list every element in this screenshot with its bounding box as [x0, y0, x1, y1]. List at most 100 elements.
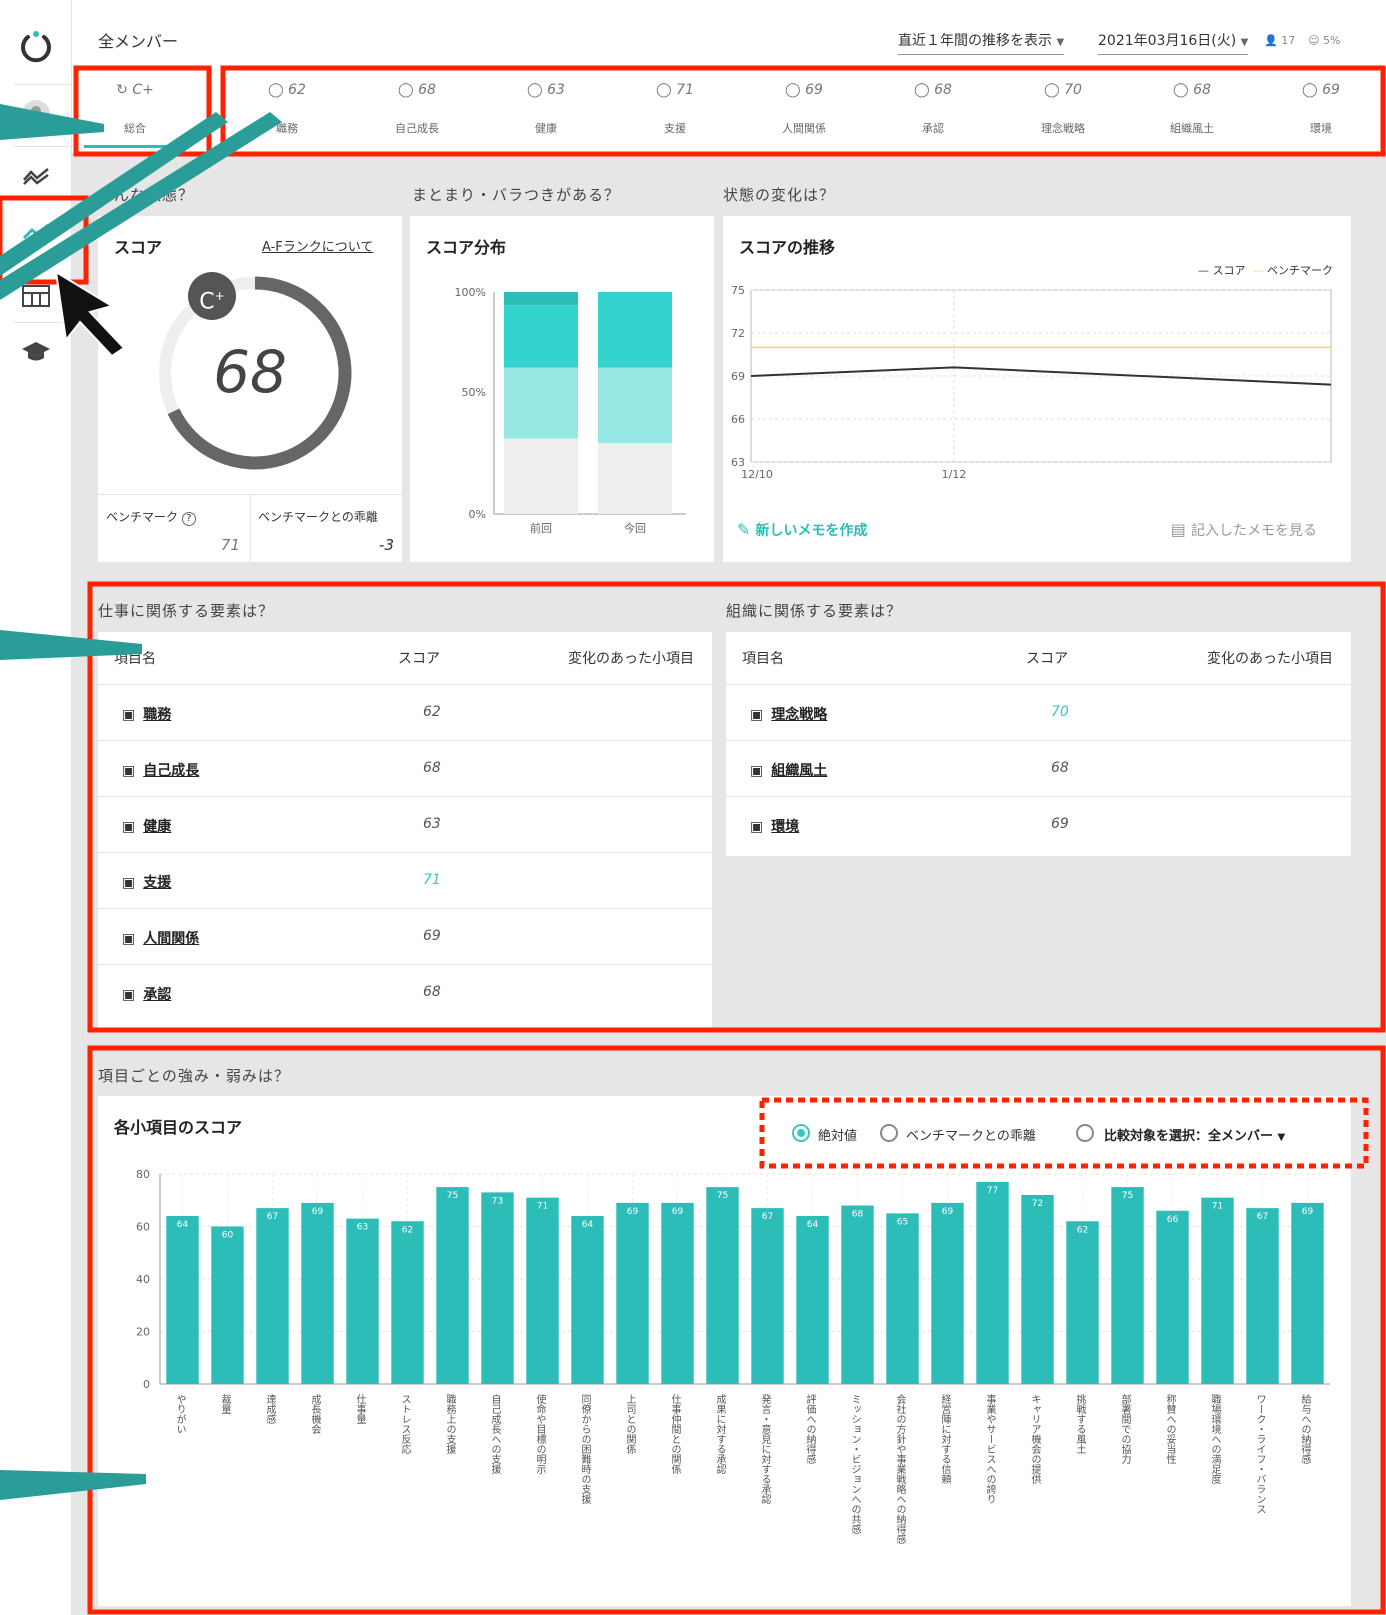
row-name[interactable]: 健康: [143, 819, 171, 835]
section-title-state: どんな状態？: [98, 186, 195, 204]
clap-icon: ▣: [122, 987, 136, 1003]
score-value: 68: [213, 338, 287, 406]
tab-handshake[interactable]: ◯ 71 支援: [610, 64, 740, 154]
x-tick-label: キャリア機会の提供: [1029, 1394, 1041, 1485]
section-title-change: 状態の変化は？: [723, 186, 836, 204]
bar-value-label: 69: [627, 1207, 639, 1217]
table-row[interactable]: ▣ 人間関係: [122, 928, 199, 948]
radio-compare[interactable]: [1076, 1124, 1094, 1142]
bar: [976, 1181, 1009, 1384]
bar-value-label: 68: [852, 1210, 864, 1220]
bar-value-label: 64: [807, 1220, 819, 1230]
row-name[interactable]: 理念戦略: [771, 707, 827, 723]
row-score: 68: [423, 984, 441, 1000]
tab-heart[interactable]: ◯ 63 健康: [481, 64, 611, 154]
bar: [886, 1213, 919, 1384]
bar-value-label: 69: [1302, 1207, 1314, 1217]
people-icon: ▣: [122, 931, 136, 947]
table-row[interactable]: ▣ 支援: [122, 872, 171, 892]
row-divider: [98, 684, 712, 685]
row-name[interactable]: 支援: [143, 875, 171, 891]
page-title: 全メンバー: [98, 32, 179, 51]
table-row[interactable]: ▣ 職務: [122, 704, 171, 724]
avatar-icon[interactable]: [18, 96, 54, 132]
tab-label: 職務: [276, 122, 298, 135]
radio-benchmark-gap[interactable]: [880, 1124, 898, 1142]
table-row[interactable]: ▣ 自己成長: [122, 760, 199, 780]
multi-trend-icon[interactable]: [18, 158, 54, 194]
x-tick-label: ミッション・ビジョンへの共感: [849, 1394, 861, 1534]
trend-icon[interactable]: [18, 214, 54, 250]
trend-card: スコアの推移 — スコア — ベンチマーク 75 72 69 66 63 12/10 1/1…: [723, 216, 1351, 562]
clap-icon: ◯: [914, 82, 930, 98]
bar-value-label: 75: [447, 1191, 458, 1201]
period-select[interactable]: 直近１年間の推移を表示 ▼: [898, 30, 1065, 55]
row-name[interactable]: 組織風土: [771, 763, 827, 779]
bar: [1111, 1187, 1144, 1384]
radio-absolute[interactable]: [792, 1124, 810, 1142]
tab-people[interactable]: ◯ 69 人間関係: [739, 64, 869, 154]
new-memo-link[interactable]: ✎ 新しいメモを作成: [737, 520, 868, 540]
topbar: 全メンバー 直近１年間の推移を表示 ▼ 2021年03月16日(火) ▼ 👤 1…: [72, 0, 1386, 64]
x-tick-label: 成長機会: [309, 1394, 321, 1435]
table-row[interactable]: ▣ 環境: [750, 816, 799, 836]
tab-value: ◯ 62: [268, 82, 306, 98]
bar: [796, 1216, 829, 1384]
member-count: 👤 17: [1264, 34, 1296, 47]
table-row[interactable]: ▣ 健康: [122, 816, 171, 836]
tab-org[interactable]: ◯ 68 組織風土: [1127, 64, 1257, 154]
x-tick-label: ストレス反応: [399, 1394, 411, 1454]
tab-compass[interactable]: ◯ 70 理念戦略: [998, 64, 1128, 154]
row-score: 69: [423, 928, 441, 944]
bar: [571, 1216, 604, 1384]
x-tick-label: 仕事仲間との関係: [669, 1393, 681, 1475]
sidebar-edge: [0, 0, 14, 1615]
tab-logo[interactable]: ↻ C+ 総合: [76, 64, 194, 154]
row-name[interactable]: 環境: [771, 819, 799, 835]
x-tick-label: ワーク・ライフ・バランス: [1254, 1394, 1266, 1514]
row-score: 69: [1051, 816, 1069, 832]
rank-link[interactable]: A-Fランクについて: [262, 236, 373, 255]
row-name[interactable]: 自己成長: [143, 763, 199, 779]
row-name[interactable]: 人間関係: [143, 931, 199, 947]
pencil-icon: ✎: [737, 520, 751, 539]
tab-label: 健康: [535, 122, 557, 135]
graduation-cap-icon[interactable]: [18, 334, 54, 370]
bar: [1201, 1197, 1234, 1384]
memo-icon: ▤: [1170, 520, 1186, 539]
compare-select[interactable]: 比較対象を選択：全メンバー ▼: [1104, 1125, 1285, 1144]
tab-sprout[interactable]: ◯ 68 自己成長: [352, 64, 482, 154]
x-tick-label: 12/10: [741, 468, 773, 481]
help-icon: ?: [181, 512, 196, 526]
section-title-strength: 項目ごとの強み・弱みは？: [98, 1067, 290, 1085]
x-tick-label: 職場環境への満足度: [1209, 1394, 1221, 1485]
benchmark-label: ベンチマーク ?: [106, 508, 196, 526]
building-icon: ▣: [750, 819, 764, 835]
distribution-segment: [504, 305, 578, 368]
date-select[interactable]: 2021年03月16日(火) ▼: [1098, 30, 1249, 55]
y-tick-label: 40: [136, 1273, 150, 1286]
table-row[interactable]: ▣ 組織風土: [750, 760, 827, 780]
x-tick-label: 職務上の支援: [444, 1394, 456, 1455]
distribution-segment: [598, 292, 672, 368]
bar: [841, 1205, 874, 1384]
row-score: 70: [1051, 704, 1069, 720]
row-name[interactable]: 承認: [143, 987, 171, 1003]
bar-value-label: 64: [582, 1220, 594, 1230]
table-row[interactable]: ▣ 承認: [122, 984, 171, 1004]
row-divider: [98, 740, 712, 741]
row-divider: [726, 740, 1351, 741]
building-icon: ◯: [1302, 82, 1318, 98]
row-divider: [98, 964, 712, 965]
bar-value-label: 71: [537, 1202, 548, 1212]
tab-briefcase[interactable]: ◯ 62 職務: [222, 64, 352, 154]
view-memo-link[interactable]: ▤ 記入したメモを見る: [1171, 520, 1317, 540]
app-logo-icon[interactable]: [18, 28, 54, 64]
y-tick-label: 69: [731, 370, 745, 383]
category-tabs: ↻ C+ 総合 ◯ 62 職務 ◯ 68 自己成長 ◯ 63 健康 ◯ 71 支援 ◯ 69 人間関係…: [72, 64, 1386, 154]
tab-building[interactable]: ◯ 69 環境: [1256, 64, 1386, 154]
table-row[interactable]: ▣ 理念戦略: [750, 704, 827, 724]
tab-clap[interactable]: ◯ 68 承認: [868, 64, 998, 154]
table-icon[interactable]: [18, 278, 54, 314]
row-name[interactable]: 職務: [143, 707, 171, 723]
